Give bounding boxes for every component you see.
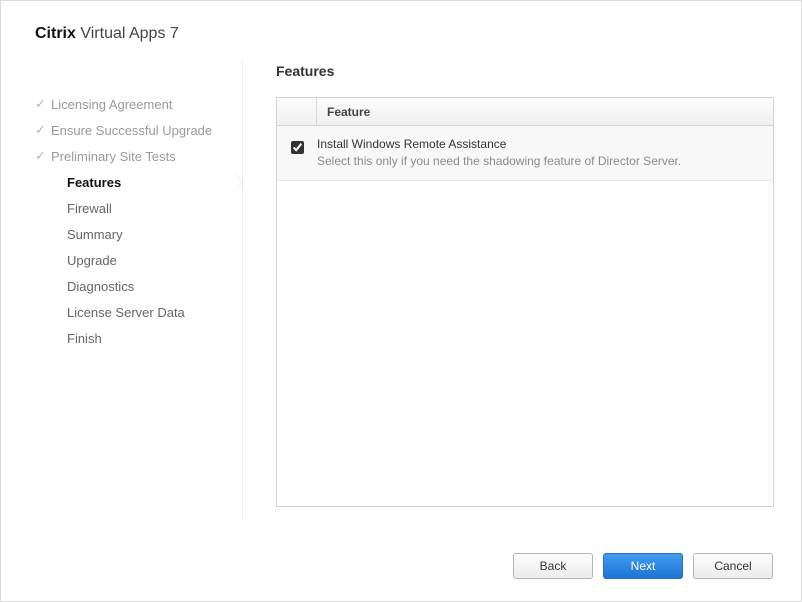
features-table: Feature Install Windows Remote Assistanc… (276, 97, 774, 507)
title-product: Virtual Apps 7 (80, 25, 178, 42)
step-label: Firewall (51, 201, 112, 216)
table-row: Install Windows Remote Assistance Select… (277, 126, 773, 181)
back-button[interactable]: Back (513, 553, 593, 579)
step-label: Upgrade (51, 253, 117, 268)
step-firewall[interactable]: ✓ Firewall (35, 195, 243, 221)
step-label: Diagnostics (51, 279, 134, 294)
step-licensing-agreement[interactable]: ✓ Licensing Agreement (35, 91, 243, 117)
step-features[interactable]: ✓ Features (35, 169, 243, 195)
step-label: Finish (51, 331, 102, 346)
step-label: Licensing Agreement (51, 97, 172, 112)
step-label: Summary (51, 227, 123, 242)
feature-description: Select this only if you need the shadowi… (317, 153, 763, 170)
step-label: Preliminary Site Tests (51, 149, 176, 164)
step-license-server-data[interactable]: ✓ License Server Data (35, 299, 243, 325)
step-preliminary-site-tests[interactable]: ✓ Preliminary Site Tests (35, 143, 243, 169)
window-title: Citrix Virtual Apps 7 (35, 25, 179, 43)
current-step-notch (233, 173, 242, 191)
column-header-feature: Feature (317, 105, 370, 119)
step-ensure-successful-upgrade[interactable]: ✓ Ensure Successful Upgrade (35, 117, 243, 143)
step-diagnostics[interactable]: ✓ Diagnostics (35, 273, 243, 299)
column-header-checkbox (277, 98, 317, 125)
check-icon: ✓ (35, 122, 51, 138)
step-summary[interactable]: ✓ Summary (35, 221, 243, 247)
check-icon: ✓ (35, 148, 51, 164)
step-label: Ensure Successful Upgrade (51, 123, 212, 138)
step-upgrade[interactable]: ✓ Upgrade (35, 247, 243, 273)
wizard-button-row: Back Next Cancel (513, 553, 773, 579)
next-button[interactable]: Next (603, 553, 683, 579)
step-finish[interactable]: ✓ Finish (35, 325, 243, 351)
feature-checkbox[interactable] (291, 141, 304, 154)
table-header: Feature (277, 98, 773, 126)
title-brand: Citrix (35, 25, 76, 42)
step-label: License Server Data (51, 305, 185, 320)
row-text-cell: Install Windows Remote Assistance Select… (317, 136, 773, 170)
wizard-steps-sidebar: ✓ Licensing Agreement ✓ Ensure Successfu… (35, 91, 243, 351)
row-checkbox-cell (277, 136, 317, 170)
page-heading: Features (276, 63, 334, 79)
check-icon: ✓ (35, 96, 51, 112)
feature-title: Install Windows Remote Assistance (317, 136, 763, 153)
step-label: Features (51, 175, 121, 190)
cancel-button[interactable]: Cancel (693, 553, 773, 579)
installer-window: Citrix Virtual Apps 7 ✓ Licensing Agreem… (0, 0, 802, 602)
